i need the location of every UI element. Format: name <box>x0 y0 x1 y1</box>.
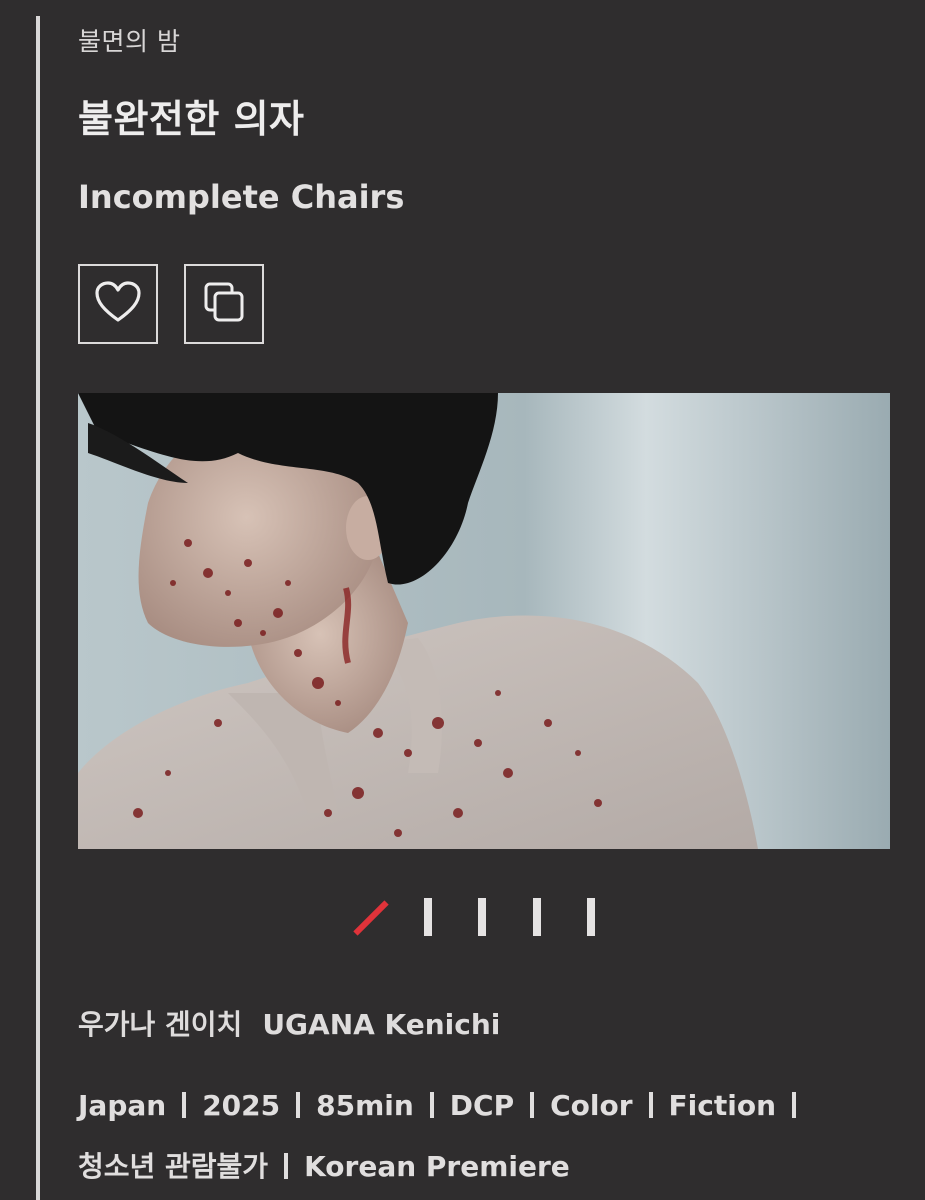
film-title-korean: 불완전한 의자 <box>78 97 305 141</box>
meta-premiere: Korean Premiere <box>304 1150 570 1183</box>
meta-separator <box>792 1092 797 1118</box>
pager-dot-1-active[interactable] <box>353 900 389 936</box>
meta-separator <box>296 1092 301 1118</box>
pager-dot-4[interactable] <box>533 898 541 936</box>
meta-year: 2025 <box>202 1089 281 1122</box>
copy-icon <box>202 280 246 328</box>
director-credit: 우가나 겐이치 UGANA Kenichi <box>78 1003 500 1043</box>
section-label: 불면의 밤 <box>78 27 181 56</box>
meta-runtime: 85min <box>316 1089 414 1122</box>
meta-country: Japan <box>78 1089 167 1122</box>
pager-dot-5[interactable] <box>587 898 595 936</box>
left-accent-rule <box>36 16 40 1200</box>
gallery-pager <box>353 896 616 940</box>
meta-genre: Fiction <box>668 1089 777 1122</box>
favorite-button[interactable] <box>78 264 158 344</box>
pager-dot-2[interactable] <box>424 898 432 936</box>
meta-separator <box>530 1092 535 1118</box>
meta-format: DCP <box>449 1089 515 1122</box>
film-still-image <box>78 393 890 849</box>
pager-dot-3[interactable] <box>478 898 486 936</box>
meta-color: Color <box>550 1089 633 1122</box>
meta-separator <box>182 1092 187 1118</box>
film-title-english: Incomplete Chairs <box>78 178 405 216</box>
director-name-korean: 우가나 겐이치 <box>78 1008 243 1041</box>
meta-separator <box>429 1092 434 1118</box>
director-name-english: UGANA Kenichi <box>262 1008 501 1041</box>
film-meta-line-2: 청소년 관람불가 Korean Premiere <box>78 1145 898 1185</box>
heart-icon <box>94 280 142 328</box>
meta-rating: 청소년 관람불가 <box>78 1150 269 1183</box>
meta-separator <box>284 1153 289 1179</box>
copy-button[interactable] <box>184 264 264 344</box>
meta-separator <box>648 1092 653 1118</box>
film-meta-line-1: Japan 2025 85min DCP Color Fiction <box>78 1089 898 1122</box>
